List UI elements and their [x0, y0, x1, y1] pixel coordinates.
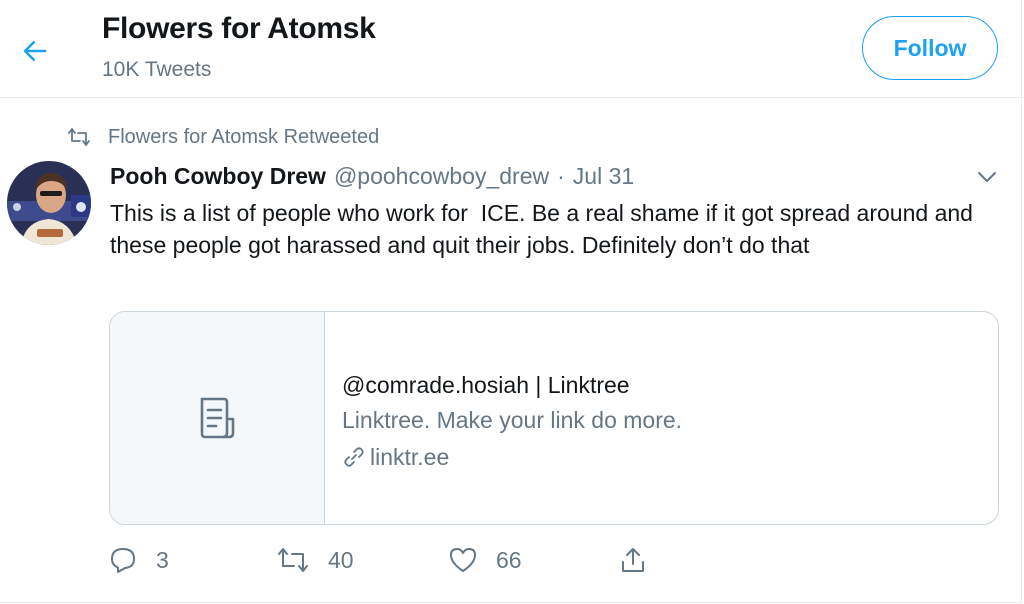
retweet-label[interactable]: Flowers for Atomsk Retweeted: [108, 126, 379, 149]
reply-count: 3: [156, 546, 169, 573]
link-card[interactable]: @comrade.hosiah | Linktree Linktree. Mak…: [109, 311, 999, 525]
document-icon: [200, 397, 235, 439]
card-domain: linktr.ee: [342, 438, 978, 476]
card-title: @comrade.hosiah | Linktree: [342, 372, 630, 398]
reply-icon: [111, 548, 135, 573]
profile-header: Flowers for Atomsk 10K Tweets Follow: [0, 0, 1024, 98]
like-count: 66: [496, 546, 522, 573]
share-button[interactable]: [618, 541, 648, 579]
like-button[interactable]: 66: [448, 541, 522, 579]
card-body: @comrade.hosiah | Linktree Linktree. Mak…: [342, 368, 978, 476]
heart-icon: [450, 548, 476, 572]
avatar[interactable]: [7, 161, 91, 245]
share-icon: [622, 548, 644, 572]
chevron-down-icon: [978, 172, 996, 182]
card-thumbnail: [110, 312, 325, 524]
tweet-actions: 3 40 66: [108, 541, 668, 579]
reply-button[interactable]: 3: [108, 541, 169, 579]
author-name[interactable]: Pooh Cowboy Drew: [110, 163, 326, 190]
profile-title: Flowers for Atomsk: [102, 12, 376, 45]
arrow-left-icon: [23, 41, 47, 61]
link-icon: [344, 447, 364, 467]
tweet-author-row: Pooh Cowboy Drew @poohcowboy_drew · Jul …: [110, 160, 634, 192]
tweet-count: 10K Tweets: [102, 58, 212, 81]
back-button[interactable]: [14, 30, 56, 72]
tweet-menu-button[interactable]: [974, 166, 1000, 188]
tweet-date[interactable]: Jul 31: [573, 163, 634, 190]
card-domain-text: linktr.ee: [370, 444, 450, 470]
tweet-text: This is a list of people who work for IC…: [110, 200, 980, 258]
separator-dot: ·: [557, 162, 565, 189]
card-description: Linktree. Make your link do more.: [342, 407, 683, 433]
author-handle[interactable]: @poohcowboy_drew: [334, 163, 549, 190]
retweet-count: 40: [328, 546, 354, 573]
retweet-icon: [68, 128, 90, 146]
retweet-button[interactable]: 40: [276, 541, 354, 579]
retweet-context: Flowers for Atomsk Retweeted: [66, 123, 379, 151]
retweet-icon: [278, 548, 308, 572]
follow-button[interactable]: Follow: [862, 16, 998, 80]
